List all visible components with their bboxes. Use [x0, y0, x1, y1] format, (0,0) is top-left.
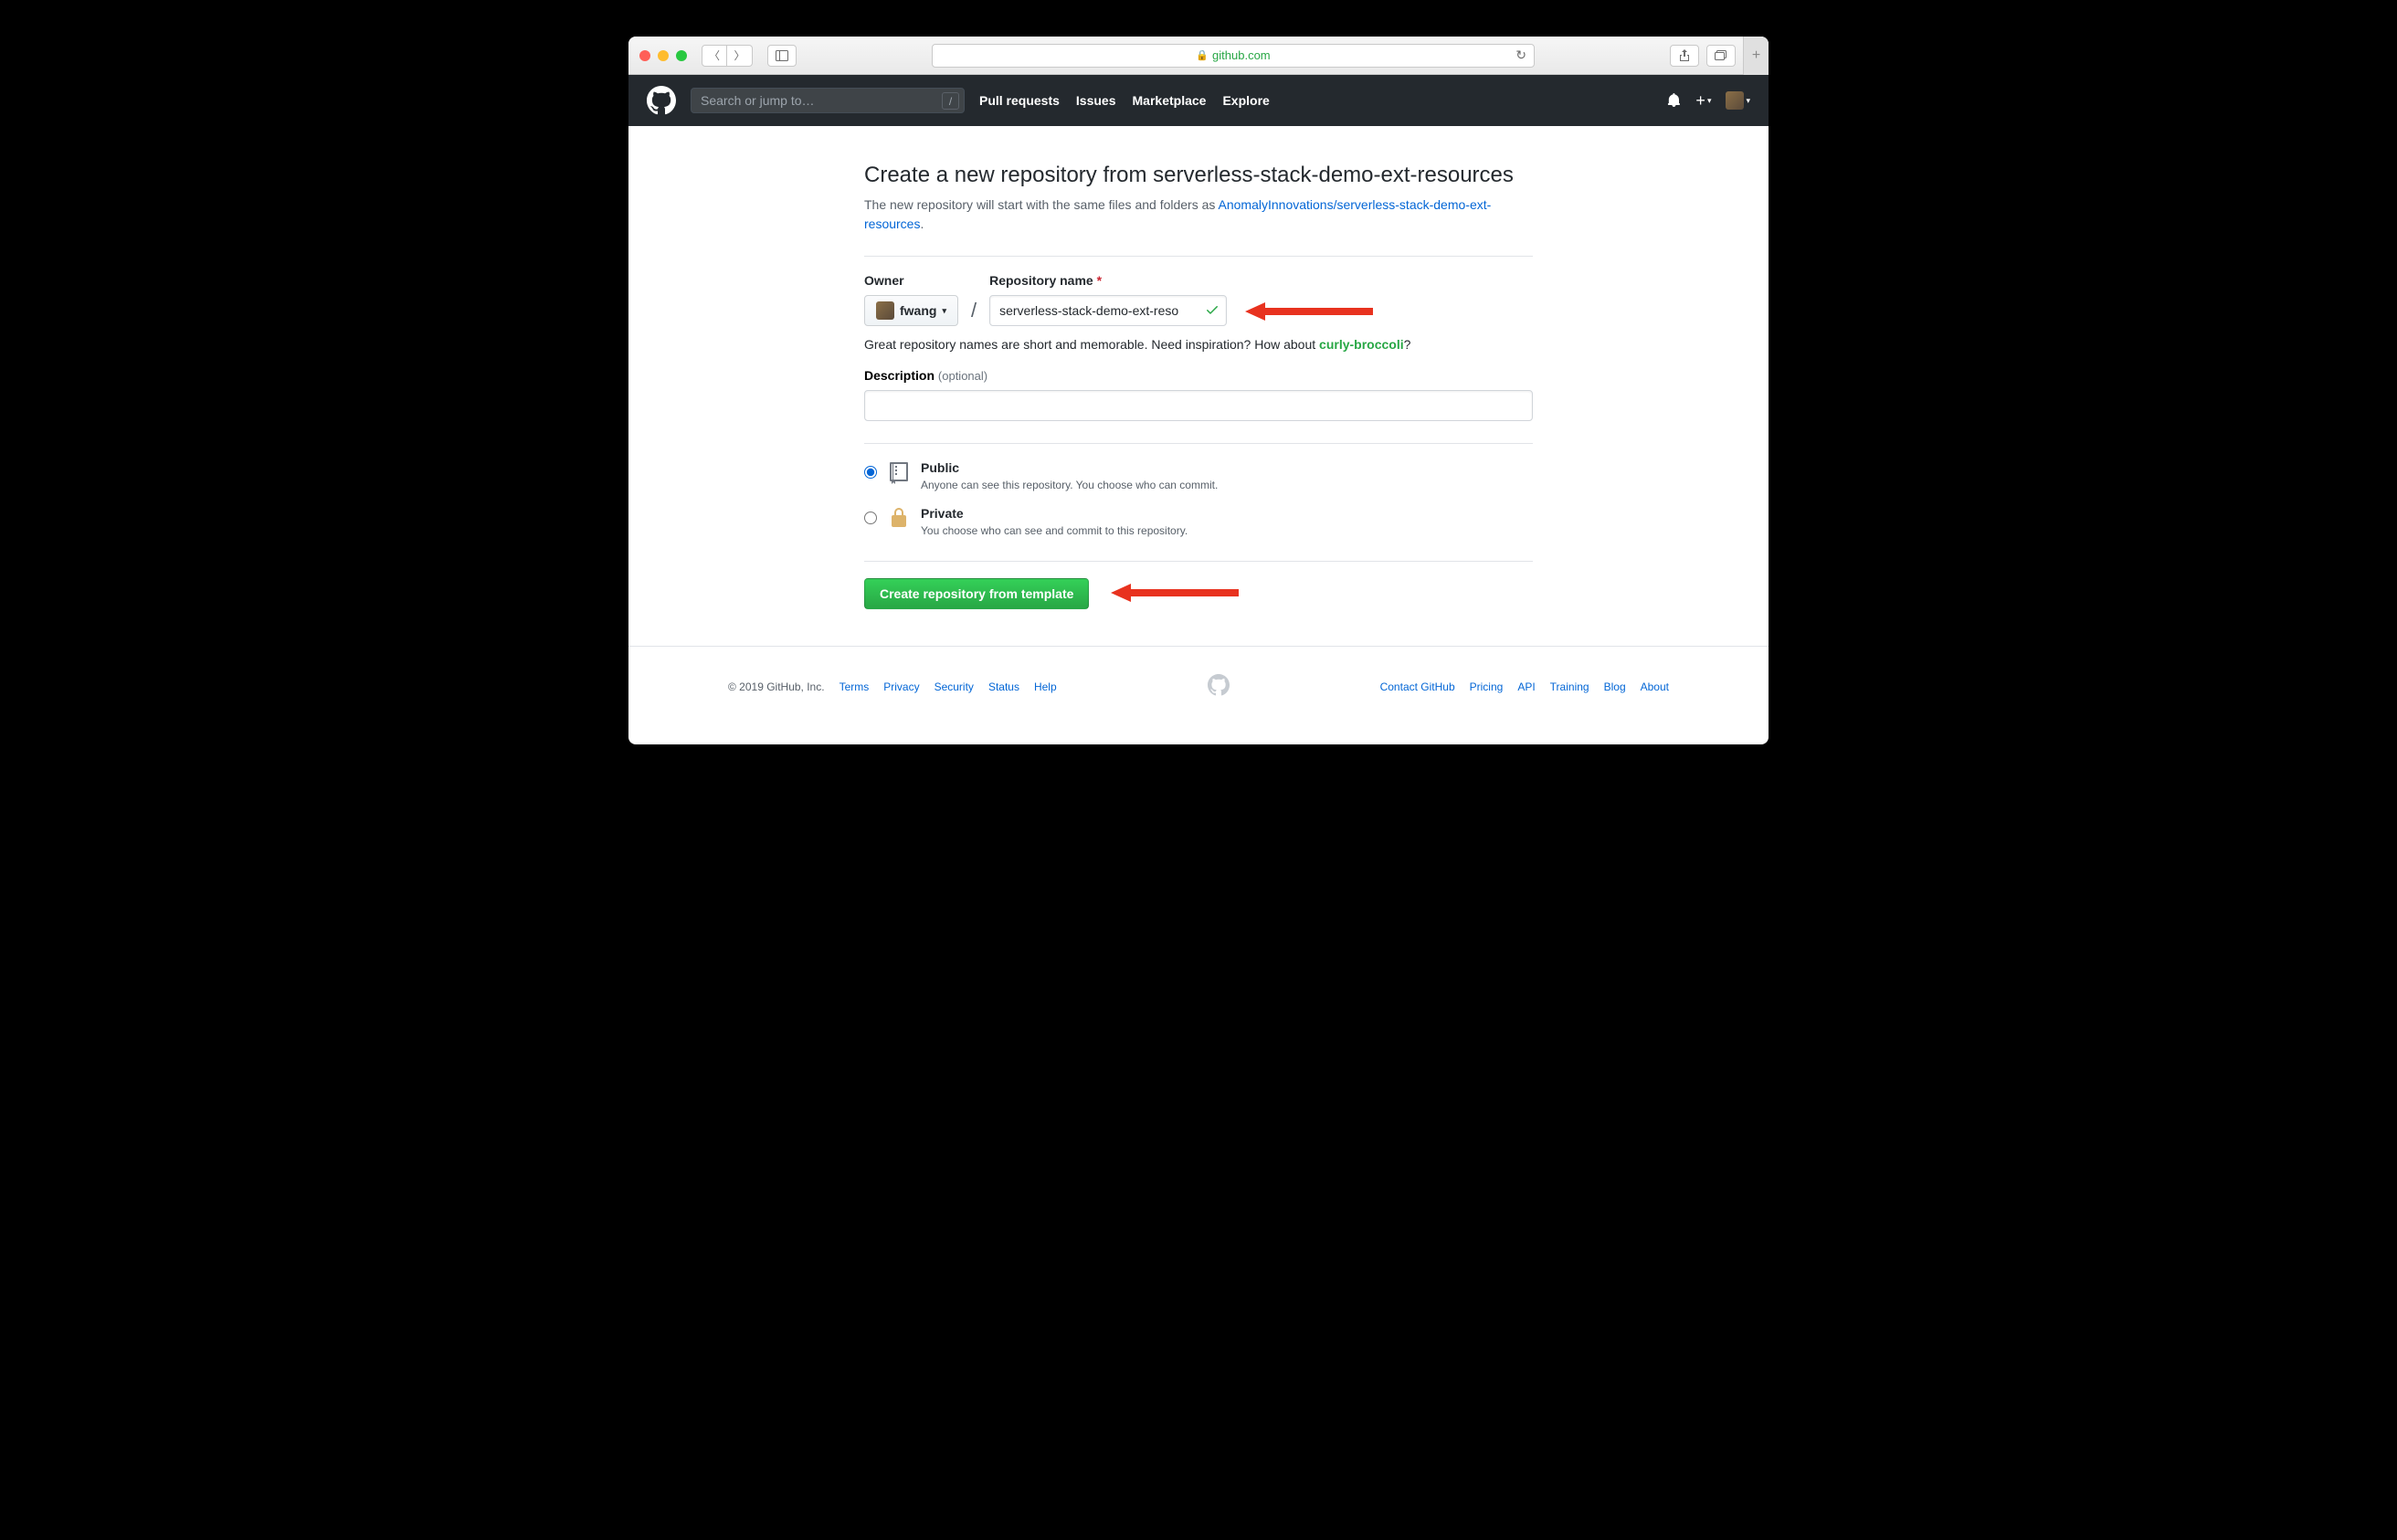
window-controls: [639, 50, 687, 61]
owner-label: Owner: [864, 273, 958, 288]
owner-select[interactable]: fwang ▾: [864, 295, 958, 326]
visibility-group: Public Anyone can see this repository. Y…: [864, 460, 1533, 539]
visibility-public-option[interactable]: Public Anyone can see this repository. Y…: [864, 460, 1533, 493]
repo-private-icon: [886, 506, 912, 532]
share-button[interactable]: [1670, 45, 1699, 67]
sidebar-toggle-button[interactable]: [767, 45, 797, 67]
nav-issues[interactable]: Issues: [1076, 93, 1116, 108]
divider: [864, 561, 1533, 562]
visibility-private-option[interactable]: Private You choose who can see and commi…: [864, 506, 1533, 539]
minimize-window-button[interactable]: [658, 50, 669, 61]
page-content: Create a new repository from serverless-…: [628, 126, 1769, 744]
browser-window: 〈 〉 🔒 github.com ↻ + /: [628, 37, 1769, 744]
address-bar[interactable]: 🔒 github.com ↻: [932, 44, 1535, 68]
owner-avatar: [876, 301, 894, 320]
nav-marketplace[interactable]: Marketplace: [1133, 93, 1207, 108]
nav-explore[interactable]: Explore: [1222, 93, 1269, 108]
new-tab-button[interactable]: +: [1743, 37, 1769, 75]
share-icon: [1679, 49, 1690, 62]
forward-button[interactable]: 〉: [727, 45, 753, 67]
divider: [864, 256, 1533, 257]
public-subtitle: Anyone can see this repository. You choo…: [921, 479, 1218, 491]
github-mark-icon: [647, 86, 676, 115]
description-input[interactable]: [864, 390, 1533, 421]
footer-blog[interactable]: Blog: [1604, 680, 1626, 693]
github-header: / Pull requests Issues Marketplace Explo…: [628, 75, 1769, 126]
caret-down-icon: ▾: [942, 306, 946, 316]
github-logo[interactable]: [647, 86, 676, 115]
search-input[interactable]: [691, 88, 965, 113]
description-label: Description (optional): [864, 368, 1533, 383]
footer-api[interactable]: API: [1517, 680, 1535, 693]
footer-training[interactable]: Training: [1550, 680, 1589, 693]
footer-terms[interactable]: Terms: [839, 680, 870, 693]
maximize-window-button[interactable]: [676, 50, 687, 61]
github-mark-icon: [1208, 674, 1230, 699]
footer-about[interactable]: About: [1641, 680, 1669, 693]
footer-privacy[interactable]: Privacy: [883, 680, 919, 693]
public-radio[interactable]: [864, 466, 877, 479]
lock-icon: 🔒: [1196, 49, 1209, 61]
browser-chrome: 〈 〉 🔒 github.com ↻ +: [628, 37, 1769, 75]
back-button[interactable]: 〈: [702, 45, 727, 67]
footer-pricing[interactable]: Pricing: [1470, 680, 1504, 693]
check-icon: [1205, 302, 1220, 322]
name-hint: Great repository names are short and mem…: [864, 337, 1533, 352]
slash-separator: /: [971, 299, 977, 322]
annotation-arrow: [1111, 582, 1239, 604]
page-subheading: The new repository will start with the s…: [864, 195, 1533, 234]
site-footer: © 2019 GitHub, Inc. Terms Privacy Securi…: [628, 646, 1769, 717]
copyright: © 2019 GitHub, Inc.: [728, 680, 825, 693]
footer-contact[interactable]: Contact GitHub: [1380, 680, 1455, 693]
divider: [864, 443, 1533, 444]
repo-name-input[interactable]: [989, 295, 1227, 326]
footer-status[interactable]: Status: [988, 680, 1019, 693]
private-subtitle: You choose who can see and commit to thi…: [921, 524, 1188, 537]
owner-name: fwang: [900, 303, 936, 318]
close-window-button[interactable]: [639, 50, 650, 61]
create-repository-button[interactable]: Create repository from template: [864, 578, 1089, 609]
slash-key-hint: /: [942, 92, 959, 110]
repo-public-icon: [886, 460, 912, 486]
private-title: Private: [921, 506, 1188, 521]
name-suggestion-link[interactable]: curly-broccoli: [1319, 337, 1404, 352]
nav-buttons: 〈 〉: [702, 45, 753, 67]
create-menu[interactable]: +▾: [1695, 91, 1711, 111]
page-title: Create a new repository from serverless-…: [864, 163, 1533, 188]
caret-down-icon: ▾: [1746, 96, 1750, 106]
footer-security[interactable]: Security: [935, 680, 974, 693]
url-text: github.com: [1212, 48, 1271, 62]
header-right: +▾ ▾: [1666, 91, 1750, 111]
reload-button[interactable]: ↻: [1515, 47, 1526, 63]
annotation-arrow: [1245, 301, 1373, 322]
github-search: /: [691, 88, 965, 113]
public-title: Public: [921, 460, 1218, 475]
repo-name-label: Repository name *: [989, 273, 1227, 288]
tabs-icon: [1715, 50, 1727, 61]
caret-down-icon: ▾: [1707, 96, 1712, 106]
nav-pull-requests[interactable]: Pull requests: [979, 93, 1060, 108]
tabs-button[interactable]: [1706, 45, 1736, 67]
private-radio[interactable]: [864, 512, 877, 524]
avatar: [1726, 91, 1744, 110]
primary-nav: Pull requests Issues Marketplace Explore: [979, 93, 1270, 108]
sidebar-icon: [776, 50, 788, 61]
footer-help[interactable]: Help: [1034, 680, 1057, 693]
notifications-icon[interactable]: [1666, 93, 1681, 108]
user-menu[interactable]: ▾: [1726, 91, 1750, 110]
